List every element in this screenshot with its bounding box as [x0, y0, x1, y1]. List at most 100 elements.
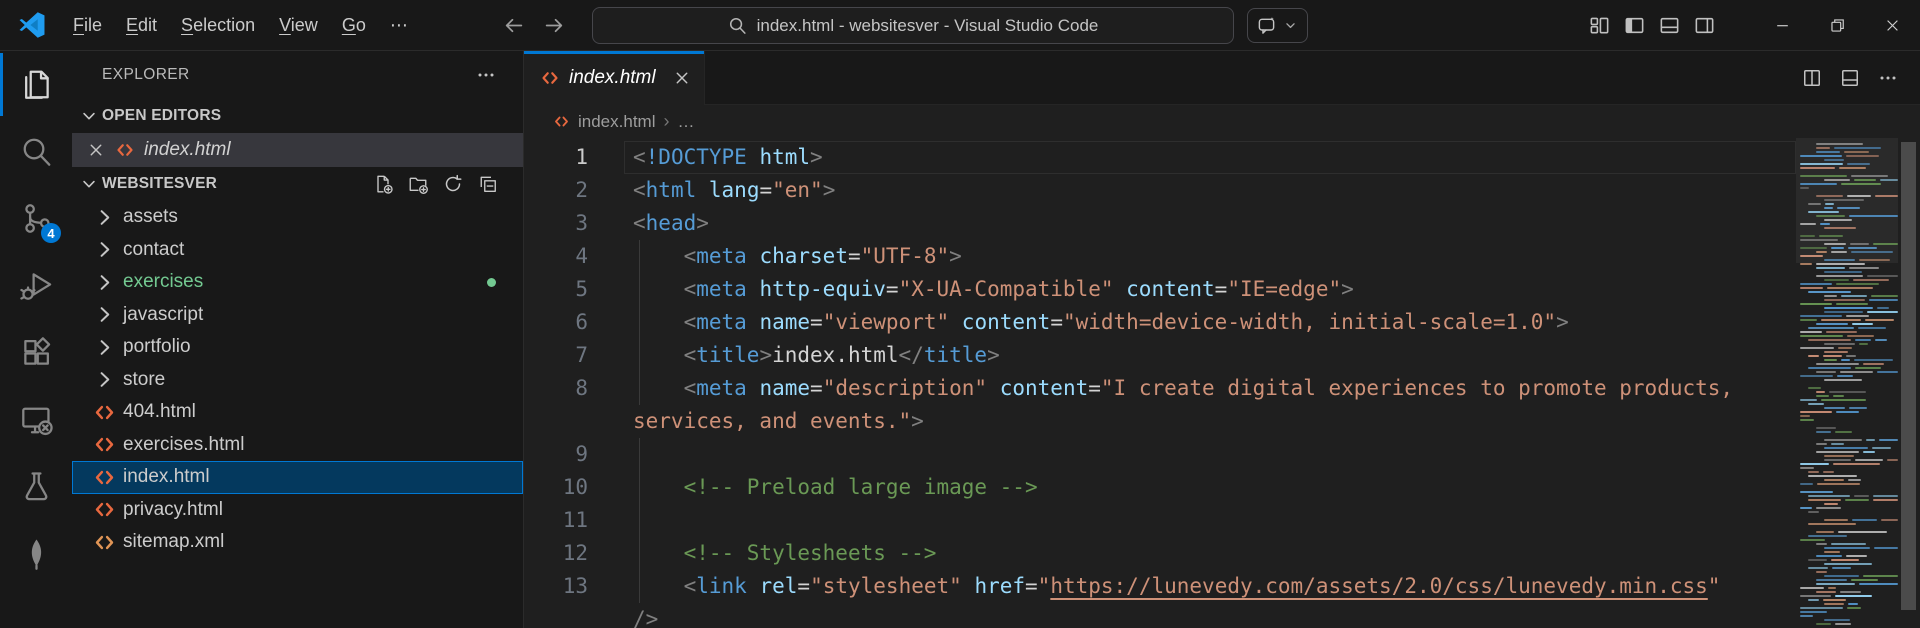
copilot-chat-icon [1257, 16, 1276, 35]
code-line[interactable]: 2 <html lang="en"> [524, 174, 1920, 207]
minimap-mark [1808, 470, 1819, 474]
new-file-icon[interactable] [373, 174, 393, 194]
minimap-mark [1837, 530, 1888, 534]
go-back-icon[interactable] [503, 15, 524, 36]
more-actions-icon[interactable] [476, 65, 496, 85]
breadcrumb[interactable]: index.html › … [524, 105, 1920, 138]
activity-search-icon[interactable] [0, 118, 72, 185]
toggle-secondary-sidebar-icon[interactable] [1694, 15, 1715, 36]
minimap-mark [1800, 606, 1844, 610]
code-line[interactable]: 11 [524, 504, 1920, 537]
minimap-mark [1867, 310, 1898, 314]
activity-testing-icon[interactable] [0, 453, 72, 520]
workspace-header[interactable]: WEBSITESVER [72, 167, 523, 201]
code-line[interactable]: 10 <!-- Preload large image --> [524, 471, 1920, 504]
tab-index-html[interactable]: index.html [524, 51, 705, 105]
code-line[interactable]: 12 <!-- Stylesheets --> [524, 537, 1920, 570]
code-line[interactable]: 4 <meta charset="UTF-8"> [524, 240, 1920, 273]
chevron-right-icon [93, 368, 116, 391]
minimap-mark [1822, 598, 1846, 602]
tree-item-exercises[interactable]: exercises [72, 266, 523, 299]
minimap-mark [1800, 246, 1827, 250]
restore-button[interactable] [1810, 0, 1865, 51]
menu-edit[interactable]: Edit [114, 9, 169, 42]
code-line[interactable]: 1 <!DOCTYPE html> [524, 141, 1920, 174]
tree-item-portfolio[interactable]: portfolio [72, 331, 523, 364]
chevron-down-icon [80, 175, 98, 193]
tree-item-404.html[interactable]: 404.html [72, 396, 523, 429]
go-forward-icon[interactable] [544, 15, 565, 36]
more-actions-icon[interactable] [1878, 68, 1898, 88]
close-editor-icon[interactable] [87, 141, 105, 159]
tree-item-store[interactable]: store [72, 364, 523, 397]
code-line[interactable]: 7 <title>index.html</title> [524, 339, 1920, 372]
code-line[interactable]: 9 [524, 438, 1920, 471]
command-center[interactable]: index.html - websitesver - Visual Studio… [592, 7, 1234, 44]
token: = [1214, 277, 1228, 301]
minimap-mark [1816, 582, 1856, 586]
code-line[interactable]: services, and events."> [524, 405, 1920, 438]
explorer-sidebar: EXPLORER OPEN EDITORS index.html WEBSITE… [72, 51, 524, 628]
editor-layout-icon[interactable] [1840, 68, 1860, 88]
minimap-mark [1800, 238, 1839, 242]
menu-overflow[interactable]: ⋯ [378, 9, 420, 42]
minimap-mark [1800, 286, 1823, 290]
customize-layout-icon[interactable] [1589, 15, 1610, 36]
menu-view[interactable]: View [267, 9, 330, 42]
menu-file[interactable]: File [61, 9, 114, 42]
close-tab-icon[interactable] [673, 69, 691, 87]
minimap-mark [1800, 174, 1848, 178]
split-editor-icon[interactable] [1802, 68, 1822, 88]
activity-mongodb-icon[interactable] [0, 520, 72, 587]
tree-item-javascript[interactable]: javascript [72, 299, 523, 332]
collapse-all-icon[interactable] [478, 174, 498, 194]
menu-selection[interactable]: Selection [169, 9, 267, 42]
scrollbar-slider[interactable] [1901, 142, 1916, 610]
minimap[interactable] [1796, 138, 1898, 628]
token: name [759, 376, 811, 400]
copilot-button[interactable] [1247, 8, 1308, 43]
breadcrumb-tail[interactable]: … [677, 112, 694, 132]
tree-item-index.html[interactable]: index.html [72, 461, 523, 494]
menu-go[interactable]: Go [330, 9, 378, 42]
activity-extensions-icon[interactable] [0, 319, 72, 386]
code-line[interactable]: 6 <meta name="viewport" content="width=d… [524, 306, 1920, 339]
editor-scrollbar[interactable] [1898, 138, 1920, 628]
toggle-panel-icon[interactable] [1659, 15, 1680, 36]
code-line[interactable]: 13 <link rel="stylesheet" href="https://… [524, 570, 1920, 603]
tree-item-sitemap.xml[interactable]: sitemap.xml [72, 526, 523, 559]
chevron-right-icon [93, 303, 116, 326]
close-window-button[interactable] [1865, 0, 1920, 51]
activity-explorer-icon[interactable] [0, 51, 72, 118]
toggle-primary-sidebar-icon[interactable] [1624, 15, 1645, 36]
minimap-mark [1869, 298, 1898, 302]
minimap-mark [1824, 294, 1838, 298]
new-folder-icon[interactable] [408, 174, 428, 194]
code-line[interactable]: 3 <head> [524, 207, 1920, 240]
tree-item-assets[interactable]: assets [72, 201, 523, 234]
activity-source-control-icon[interactable]: 4 [0, 185, 72, 252]
activity-remote-explorer-icon[interactable] [0, 386, 72, 453]
breadcrumb-file[interactable]: index.html [578, 112, 655, 132]
code-editor[interactable]: 1 <!DOCTYPE html> 2 <html lang="en"> 3 <head>… [524, 138, 1920, 628]
minimap-mark [1800, 162, 1843, 166]
activity-run-and-debug-icon[interactable] [0, 252, 72, 319]
minimap-mark [1816, 530, 1834, 534]
minimap-mark [1850, 242, 1869, 246]
open-editor-item[interactable]: index.html [72, 133, 523, 167]
code-line[interactable]: /> [524, 603, 1920, 628]
refresh-icon[interactable] [443, 174, 463, 194]
minimize-button[interactable] [1755, 0, 1810, 51]
open-editors-header[interactable]: OPEN EDITORS [72, 99, 523, 133]
tree-item-privacy.html[interactable]: privacy.html [72, 494, 523, 527]
minimap-mark [1835, 594, 1873, 598]
code-line[interactable]: 5 <meta http-equiv="X-UA-Compatible" con… [524, 273, 1920, 306]
tree-item-contact[interactable]: contact [72, 234, 523, 267]
tree-item-exercises.html[interactable]: exercises.html [72, 429, 523, 462]
minimap-mark [1872, 494, 1898, 498]
minimap-mark [1829, 390, 1867, 394]
minimap-mark [1886, 458, 1898, 462]
code-line[interactable]: 8 <meta name="description" content="I cr… [524, 372, 1920, 405]
line-number: 9 [575, 442, 588, 466]
